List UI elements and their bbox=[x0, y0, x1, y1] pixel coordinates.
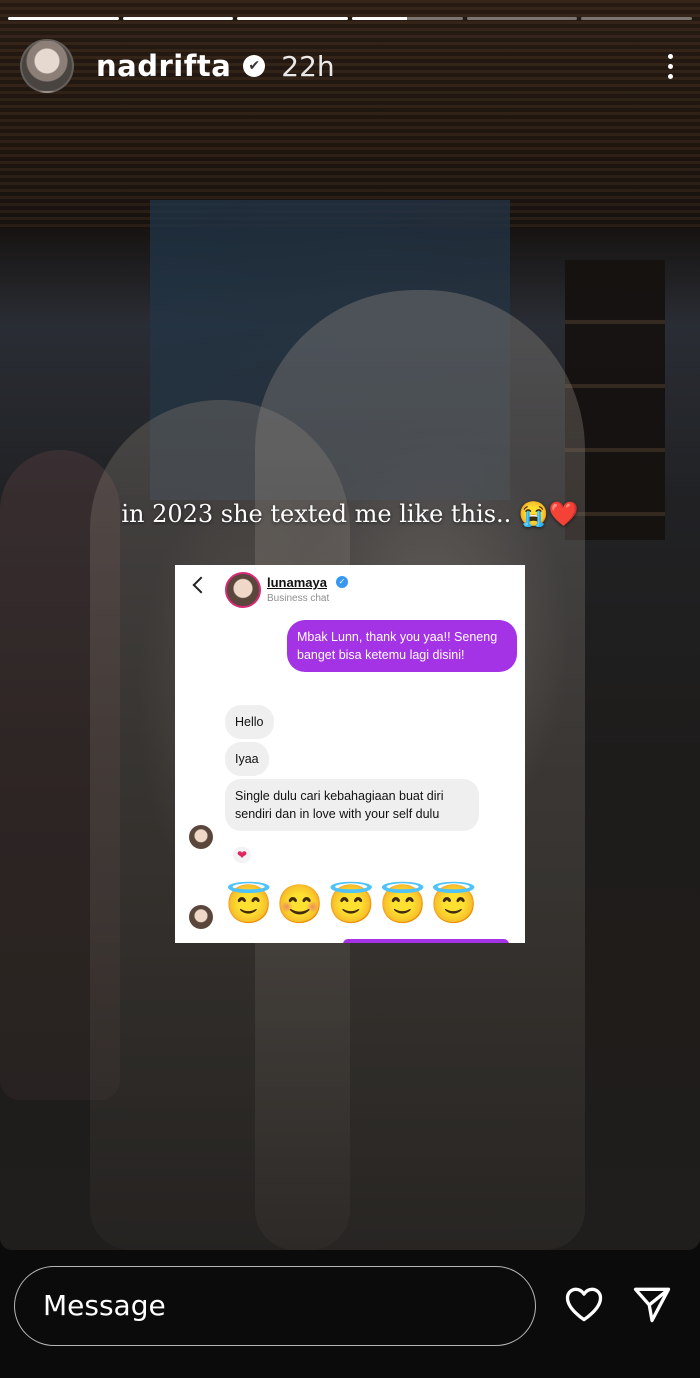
avatar[interactable] bbox=[20, 39, 74, 93]
progress-segment bbox=[466, 17, 578, 20]
story-media[interactable]: nadrifta ✔ 22h in 2023 she texted me lik… bbox=[0, 0, 700, 1250]
outgoing-message: Mbak Lunn, thank you yaa!! Seneng banget… bbox=[287, 620, 517, 672]
more-vertical-icon[interactable] bbox=[660, 46, 680, 86]
send-icon[interactable] bbox=[630, 1282, 674, 1326]
chat-avatar bbox=[225, 572, 261, 608]
progress-segment bbox=[352, 17, 463, 20]
chat-header: lunamaya ✓ Business chat bbox=[175, 565, 525, 613]
emoji-message: 😇😊😇😇😇 bbox=[225, 884, 482, 926]
message-input[interactable]: Message bbox=[14, 1266, 536, 1346]
username[interactable]: nadrifta bbox=[96, 49, 231, 83]
incoming-message: Iyaa bbox=[225, 742, 269, 776]
reply-bar: Message bbox=[0, 1250, 700, 1378]
incoming-message: Single dulu cari kebahagiaan buat diri s… bbox=[225, 779, 479, 831]
back-arrow-icon bbox=[192, 576, 210, 594]
progress-segment bbox=[8, 17, 119, 20]
story-header: nadrifta ✔ 22h bbox=[20, 38, 680, 94]
progress-segment bbox=[237, 17, 349, 20]
post-time: 22h bbox=[281, 49, 335, 83]
progress-segment bbox=[122, 17, 234, 20]
sender-avatar bbox=[189, 825, 213, 849]
incoming-message: Hello bbox=[225, 705, 274, 739]
chat-subtitle: Business chat bbox=[267, 593, 330, 604]
heart-reaction-icon: ❤ bbox=[233, 847, 252, 863]
progress-segment bbox=[581, 17, 693, 20]
verified-badge-icon: ✔ bbox=[243, 55, 266, 77]
chat-contact-name: lunamaya bbox=[267, 575, 327, 590]
chat-screenshot-sticker: lunamaya ✓ Business chat Mbak Lunn, than… bbox=[175, 565, 525, 943]
sender-avatar bbox=[189, 905, 213, 929]
verified-icon: ✓ bbox=[336, 576, 348, 588]
heart-icon[interactable] bbox=[562, 1282, 606, 1326]
story-progress-bar bbox=[8, 17, 693, 21]
story-caption: in 2023 she texted me like this.. 😭❤️ bbox=[121, 500, 579, 528]
next-outgoing-bubble bbox=[343, 939, 509, 943]
